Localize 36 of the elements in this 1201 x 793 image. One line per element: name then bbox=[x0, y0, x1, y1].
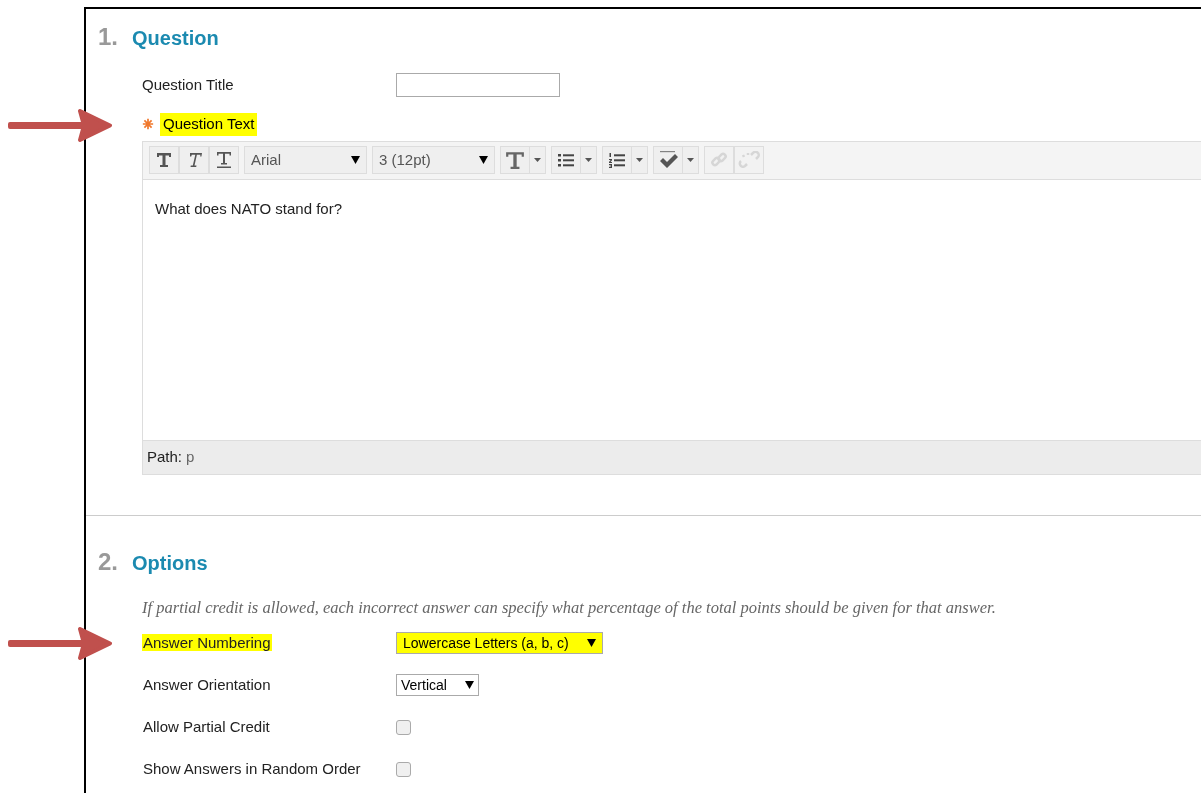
spellcheck-icon bbox=[657, 150, 679, 170]
option-label: Show Answers in Random Order bbox=[142, 759, 362, 779]
checkbox[interactable] bbox=[396, 761, 411, 777]
section-title: Question bbox=[132, 26, 219, 51]
numbered-list-icon bbox=[608, 151, 626, 169]
toolbar-select[interactable]: Arial bbox=[244, 146, 367, 174]
option-label: Answer Numbering bbox=[142, 633, 273, 653]
select-field[interactable]: Lowercase Letters (a, b, c) bbox=[396, 632, 603, 655]
caret-icon bbox=[687, 158, 694, 162]
bullet-list-icon bbox=[557, 151, 575, 169]
underline-icon bbox=[215, 151, 233, 169]
caret-icon bbox=[636, 158, 643, 162]
path-value: p bbox=[186, 446, 195, 467]
text-color-icon bbox=[505, 150, 525, 170]
bold-icon bbox=[155, 151, 173, 169]
section-number: 1. bbox=[98, 22, 118, 52]
option-label: Answer Orientation bbox=[142, 675, 272, 695]
section-number: 2. bbox=[98, 546, 118, 577]
dropdown-arrow-icon bbox=[479, 156, 488, 164]
path-label: Path: bbox=[147, 446, 183, 467]
option-label: Allow Partial Credit bbox=[142, 717, 271, 737]
unlink-icon bbox=[737, 151, 761, 169]
caret-icon bbox=[534, 158, 541, 162]
select-field[interactable]: Vertical bbox=[396, 674, 479, 697]
dropdown-arrow-icon bbox=[586, 639, 596, 648]
field-label: Question Title bbox=[142, 74, 235, 95]
toolbar-select[interactable]: 3 (12pt) bbox=[372, 146, 495, 174]
section-title: Options bbox=[132, 550, 208, 576]
field-label: Question Text bbox=[160, 113, 258, 136]
title-input[interactable] bbox=[396, 73, 560, 97]
link-icon bbox=[710, 151, 728, 169]
dropdown-arrow-icon bbox=[351, 156, 360, 164]
options-note: If partial credit is allowed, each incorrect answer can specify what percentage of the total points should be given for that answer. bbox=[142, 596, 997, 619]
dropdown-arrow-icon bbox=[464, 681, 474, 690]
checkbox[interactable] bbox=[396, 719, 411, 735]
caret-icon bbox=[585, 158, 592, 162]
